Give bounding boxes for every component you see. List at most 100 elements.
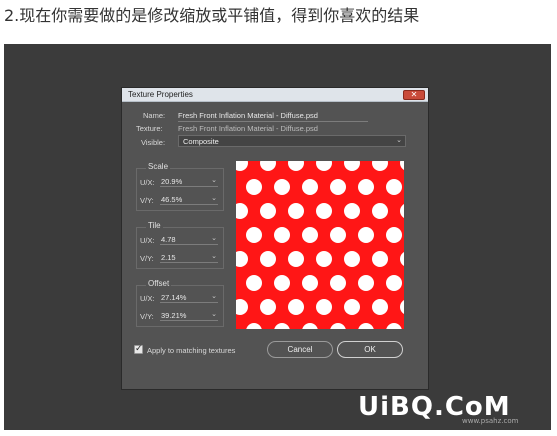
texture-value: Fresh Front Inflation Material - Diffuse… [178,124,318,133]
polka-dot [344,161,360,171]
name-label: Name: [143,111,166,120]
polka-dot [274,323,290,329]
close-icon: ✕ [410,90,418,99]
texture-properties-dialog: Texture Properties ✕ Name: Fresh Front I… [121,87,429,390]
polka-dot [386,323,402,329]
polka-dot [274,179,290,195]
polka-dot-pattern [236,161,404,329]
offset-ux-field[interactable]: 27.14% ⌄ [160,293,218,303]
polka-dot [288,203,304,219]
polka-dot [316,203,332,219]
chevron-down-icon: ⌄ [396,137,402,144]
polka-dot [246,179,262,195]
polka-dot [260,299,276,315]
texture-label: Texture: [136,124,163,133]
polka-dot [288,251,304,267]
visible-label: Visible: [141,138,166,147]
polka-dot [316,161,332,171]
polka-dot [330,323,346,329]
close-button[interactable]: ✕ [403,90,425,100]
tile-ux-label: U/X: [140,236,155,245]
polka-dot [260,203,276,219]
step-caption: 2.现在你需要做的是修改缩放或平铺值，得到你喜欢的结果 [4,6,420,25]
tile-group-title: Tile [146,221,163,230]
polka-dot [372,251,388,267]
polka-dot [246,227,262,243]
polka-dot [260,161,276,171]
polka-dot [358,179,374,195]
polka-dot [274,275,290,291]
visible-select-value: Composite [183,137,219,146]
name-field-underline [178,121,368,122]
polka-dot [400,204,404,218]
polka-dot [236,203,248,219]
dialog-title: Texture Properties [128,90,193,99]
polka-dot [400,252,404,266]
texture-preview [236,161,404,329]
scale-vy-value: 46.5% [161,195,183,204]
polka-dot [386,179,402,195]
watermark-url: www.psahz.com [462,417,519,425]
apply-label: Apply to matching textures [147,346,236,355]
tile-vy-label: V/Y: [140,254,154,263]
offset-ux-value: 27.14% [161,293,187,302]
polka-dot [302,323,318,329]
check-icon: ✓ [135,343,143,353]
polka-dot [302,275,318,291]
scale-ux-field[interactable]: 20.9% ⌄ [160,177,218,187]
tile-vy-value: 2.15 [161,253,176,262]
scale-vy-label: V/Y: [140,196,154,205]
dialog-titlebar[interactable]: Texture Properties ✕ [122,88,428,102]
chevron-down-icon[interactable]: ⌄ [211,234,217,242]
offset-vy-label: V/Y: [140,312,154,321]
polka-dot [358,275,374,291]
polka-dot [316,299,332,315]
polka-dot [400,300,404,314]
offset-vy-value: 39.21% [161,311,187,320]
polka-dot [246,275,262,291]
polka-dot [372,299,388,315]
scale-group-title: Scale [146,162,171,171]
tile-vy-field[interactable]: 2.15 ⌄ [160,253,218,263]
tile-ux-value: 4.78 [161,235,176,244]
tile-ux-field[interactable]: 4.78 ⌄ [160,235,218,245]
ok-button[interactable]: OK [337,341,403,358]
polka-dot [386,227,402,243]
cancel-button[interactable]: Cancel [267,341,333,358]
polka-dot [274,227,290,243]
polka-dot [330,275,346,291]
polka-dot [344,203,360,219]
offset-vy-field[interactable]: 39.21% ⌄ [160,311,218,321]
polka-dot [386,275,402,291]
polka-dot [236,251,248,267]
chevron-down-icon[interactable]: ⌄ [211,310,217,318]
name-field[interactable]: Fresh Front Inflation Material - Diffuse… [178,111,318,120]
polka-dot [358,227,374,243]
polka-dot [358,323,374,329]
polka-dot [316,251,332,267]
polka-dot [330,179,346,195]
chevron-down-icon[interactable]: ⌄ [211,176,217,184]
scale-vy-field[interactable]: 46.5% ⌄ [160,195,218,205]
polka-dot [330,227,346,243]
offset-ux-label: U/X: [140,294,155,303]
polka-dot [372,161,388,171]
offset-group-title: Offset [146,279,172,288]
chevron-down-icon[interactable]: ⌄ [211,252,217,260]
chevron-down-icon[interactable]: ⌄ [211,292,217,300]
polka-dot [302,227,318,243]
polka-dot [246,323,262,329]
visible-select[interactable]: Composite ⌄ [178,135,406,147]
polka-dot [302,179,318,195]
polka-dot [236,299,248,315]
apply-checkbox[interactable]: ✓ [134,343,143,354]
polka-dot [288,299,304,315]
polka-dot [344,251,360,267]
polka-dot [400,161,404,170]
polka-dot [372,203,388,219]
polka-dot [344,299,360,315]
polka-dot [236,161,248,171]
scale-ux-value: 20.9% [161,177,183,186]
scale-ux-label: U/X: [140,178,155,187]
chevron-down-icon[interactable]: ⌄ [211,194,217,202]
